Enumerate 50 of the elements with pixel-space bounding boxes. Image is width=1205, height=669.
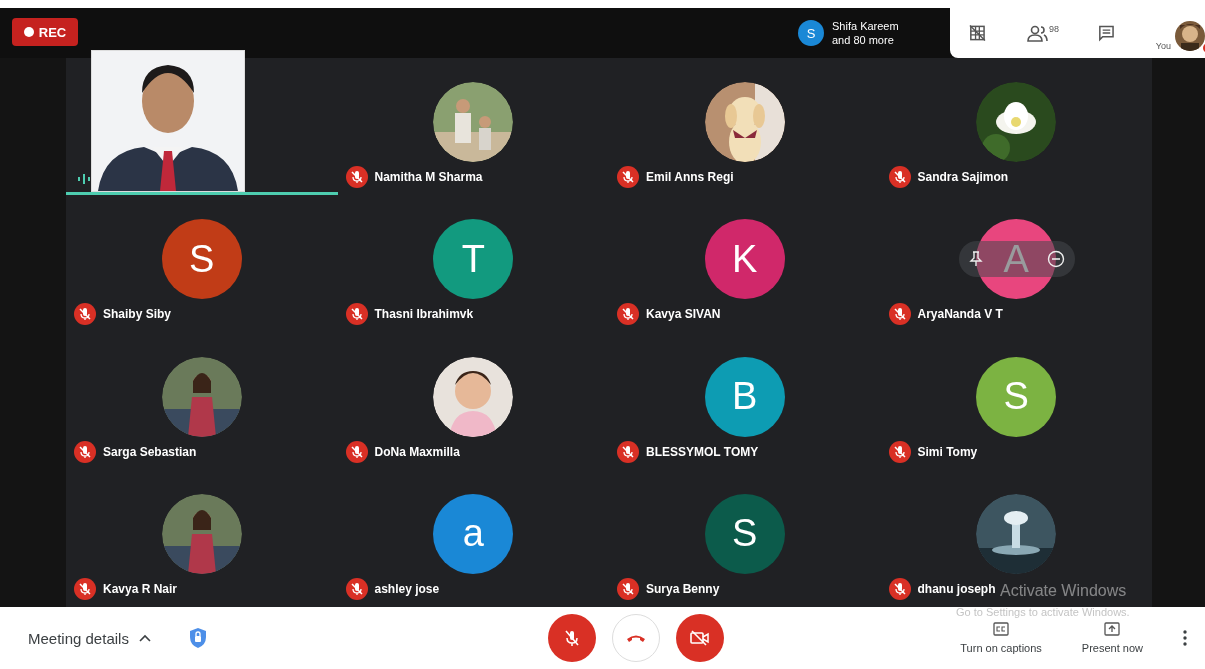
avatar-initial: S — [798, 20, 824, 46]
participant-name: Shaiby Siby — [103, 307, 172, 322]
participant-name: Namitha M Sharma — [374, 170, 483, 184]
participant-name: Emil Anns Regi — [646, 170, 734, 184]
participant-name: ashley jose — [374, 581, 440, 596]
participant-name: Shifa Kareem — [832, 19, 899, 33]
participant-name: Kavya R Nair — [103, 581, 178, 596]
remove-icon[interactable] — [1046, 250, 1065, 269]
shield-icon[interactable] — [188, 627, 207, 649]
avatar-initial: T — [433, 219, 514, 300]
mic-off-icon — [562, 628, 582, 648]
pin-icon[interactable] — [968, 251, 983, 268]
captions-button[interactable]: Turn on captions — [960, 622, 1042, 654]
captions-icon — [993, 622, 1010, 636]
participant-name: Surya Benny — [646, 581, 720, 596]
camera-off-button[interactable] — [676, 614, 724, 662]
participant-name: Simi Tomy — [917, 444, 978, 459]
participants-chip[interactable]: S Shifa Kareem and 80 more — [792, 8, 950, 58]
activation-title: Activate Windows — [1000, 582, 1128, 600]
record-button[interactable]: REC — [12, 18, 78, 46]
avatar-initial: K — [704, 219, 785, 300]
avatar-initial: B — [704, 356, 785, 437]
participant-name: DoNa Maxmilla — [374, 444, 460, 459]
avatar-initial: a — [433, 493, 514, 574]
people-count: 98 — [1048, 24, 1059, 34]
participant-name: Thasni Ibrahimvk — [374, 307, 474, 322]
camera-off-icon — [689, 629, 711, 647]
participant-name: Kavya SIVAN — [646, 307, 721, 322]
participant-name: dhanu joseph — [917, 581, 996, 596]
avatar-initial: S — [704, 493, 785, 574]
grid-off-icon[interactable] — [968, 23, 987, 43]
participant-name: BLESSYMOL TOMY — [646, 444, 759, 459]
present-button[interactable]: Present now — [1081, 622, 1143, 654]
caret-icon[interactable] — [138, 634, 151, 642]
participant-name: AryaNanda V T — [917, 307, 1003, 322]
more-icon[interactable] — [1183, 630, 1187, 646]
mic-off-button[interactable] — [548, 614, 596, 662]
participant-more: and 80 more — [832, 33, 895, 47]
chat-icon[interactable] — [1096, 23, 1116, 43]
meeting-details-button[interactable]: Meeting details — [28, 629, 129, 647]
audio-level-icon — [78, 174, 90, 184]
present-icon — [1104, 622, 1121, 636]
self-label: You — [1155, 41, 1171, 51]
participant-name: Sandra Sajimon — [917, 170, 1009, 184]
avatar-initial: S — [976, 356, 1057, 437]
avatar-initial: A — [976, 219, 1057, 300]
people-icon — [1026, 24, 1049, 42]
participant-name: Sarga Sebastian — [103, 444, 197, 459]
people-button[interactable]: 98 — [1026, 24, 1059, 42]
avatar-initial: S — [161, 219, 242, 300]
